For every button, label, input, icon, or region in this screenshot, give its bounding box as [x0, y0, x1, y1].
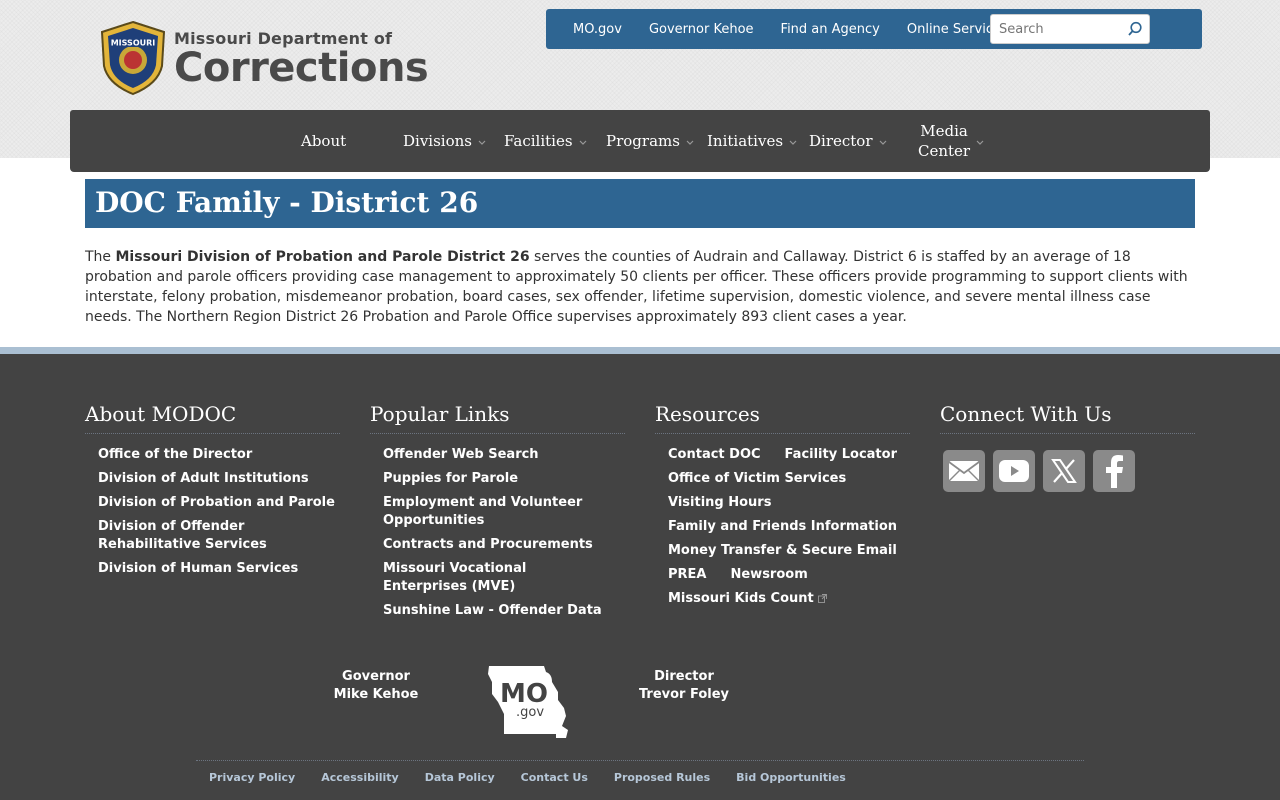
director-title: Director [654, 669, 714, 684]
logo-line-2: Corrections [174, 44, 429, 91]
intro-paragraph: The Missouri Division of Probation and P… [85, 249, 1188, 325]
footer-about-heading: About MODOC [85, 402, 340, 434]
facebook-button[interactable] [1093, 450, 1135, 492]
youtube-button[interactable] [993, 450, 1035, 492]
district-name: Missouri Division of Probation and Parol… [115, 249, 530, 265]
youtube-icon [999, 460, 1029, 482]
footer-resources-heading: Resources [655, 402, 910, 434]
site-logo[interactable]: MISSOURI Missouri Department of Correcti… [98, 20, 429, 96]
x-twitter-icon [1051, 459, 1077, 483]
chevron-down-icon [789, 140, 797, 145]
nav-divisions-label: Divisions [403, 132, 472, 150]
footer-link[interactable]: Office of Victim Services [668, 470, 910, 488]
footer-link[interactable]: Offender Web Search [383, 446, 625, 464]
email-button[interactable] [943, 450, 985, 492]
footer-link-contact-doc[interactable]: Contact DOC [668, 446, 761, 464]
footer-connect-heading: Connect With Us [940, 402, 1195, 434]
footer-popular-heading: Popular Links [370, 402, 625, 434]
footer-link-kids-count[interactable]: Missouri Kids Count [668, 590, 910, 608]
nav-media-center[interactable]: Media Center [918, 110, 984, 172]
utility-link-find-agency[interactable]: Find an Agency [781, 22, 880, 37]
utility-link-governor[interactable]: Governor Kehoe [649, 22, 754, 37]
privacy-policy-link[interactable]: Privacy Policy [209, 771, 295, 784]
nav-programs[interactable]: Programs [606, 110, 694, 172]
page-title: DOC Family - District 26 [85, 179, 1195, 228]
nav-facilities[interactable]: Facilities [504, 110, 587, 172]
footer-link[interactable]: Office of the Director [98, 446, 340, 464]
footer-popular-column: Popular Links Offender Web Search Puppie… [370, 402, 625, 626]
footer-bottom-links: Privacy Policy Accessibility Data Policy… [196, 760, 1084, 784]
chevron-down-icon [579, 140, 586, 145]
footer-link[interactable]: Contracts and Procurements [383, 536, 625, 554]
nav-media-center-label: Media Center [918, 122, 971, 160]
external-link-icon [817, 594, 827, 603]
bid-opportunities-link[interactable]: Bid Opportunities [736, 771, 846, 784]
footer-link[interactable]: Division of Probation and Parole [98, 494, 340, 512]
footer-stripe [0, 347, 1280, 354]
footer-link[interactable]: Sunshine Law - Offender Data [383, 602, 625, 620]
chevron-down-icon [478, 140, 486, 145]
nav-initiatives-label: Initiatives [707, 132, 784, 150]
chevron-down-icon [976, 140, 984, 145]
footer-link[interactable]: Division of Offender Rehabilitative Serv… [98, 518, 278, 554]
mo-gov-logo[interactable]: MO .gov [486, 664, 574, 742]
utility-link-mogov[interactable]: MO.gov [573, 22, 622, 37]
nav-divisions[interactable]: Divisions [403, 110, 486, 172]
missouri-seal-icon: MISSOURI [100, 20, 166, 96]
data-policy-link[interactable]: Data Policy [425, 771, 495, 784]
nav-facilities-label: Facilities [504, 132, 573, 150]
nav-about-label: About [301, 132, 347, 150]
search-box [990, 14, 1150, 44]
svg-text:MISSOURI: MISSOURI [111, 39, 156, 48]
utility-bar: MO.gov Governor Kehoe Find an Agency Onl… [546, 9, 1202, 49]
nav-director[interactable]: Director [809, 110, 887, 172]
contact-us-link[interactable]: Contact Us [521, 771, 588, 784]
footer-link[interactable]: Employment and Volunteer Opportunities [383, 494, 588, 530]
email-icon [948, 461, 980, 482]
nav-programs-label: Programs [606, 132, 680, 150]
accessibility-link[interactable]: Accessibility [321, 771, 399, 784]
social-links [943, 450, 1143, 492]
footer-link-newsroom[interactable]: Newsroom [730, 566, 807, 584]
search-input[interactable] [991, 15, 1126, 43]
footer-connect-column: Connect With Us [940, 402, 1195, 434]
footer-link[interactable]: Visiting Hours [668, 494, 910, 512]
nav-director-label: Director [809, 132, 873, 150]
nav-about[interactable]: About [301, 110, 346, 172]
governor-name: Mike Kehoe [333, 687, 419, 702]
chevron-down-icon [879, 140, 886, 145]
footer-link[interactable]: Family and Friends Information [668, 518, 910, 536]
footer-link[interactable]: Puppies for Parole [383, 470, 625, 488]
search-icon[interactable] [1127, 21, 1143, 37]
governor-block[interactable]: Governor Mike Kehoe [326, 668, 426, 704]
site-footer: About MODOC Office of the Director Divis… [0, 354, 1280, 800]
director-name: Trevor Foley [638, 687, 730, 702]
x-twitter-button[interactable] [1043, 450, 1085, 492]
footer-link-facility-locator[interactable]: Facility Locator [785, 446, 897, 464]
footer-resources-column: Resources Contact DOC Facility Locator Of… [655, 402, 910, 614]
facebook-icon [1106, 455, 1123, 488]
footer-link-prea[interactable]: PREA [668, 566, 706, 584]
footer-link[interactable]: Division of Adult Institutions [98, 470, 340, 488]
svg-text:.gov: .gov [516, 705, 544, 720]
governor-title: Governor [342, 669, 410, 684]
footer-link[interactable]: Missouri Vocational Enterprises (MVE) [383, 560, 613, 596]
proposed-rules-link[interactable]: Proposed Rules [614, 771, 710, 784]
footer-link[interactable]: Money Transfer & Secure Email [668, 542, 910, 560]
director-block[interactable]: Director Trevor Foley [634, 668, 734, 704]
main-navigation: About Divisions Facilities Programs Init… [70, 110, 1210, 172]
nav-initiatives[interactable]: Initiatives [707, 110, 797, 172]
footer-about-column: About MODOC Office of the Director Divis… [85, 402, 340, 584]
chevron-down-icon [686, 140, 694, 145]
footer-link[interactable]: Division of Human Services [98, 560, 340, 578]
